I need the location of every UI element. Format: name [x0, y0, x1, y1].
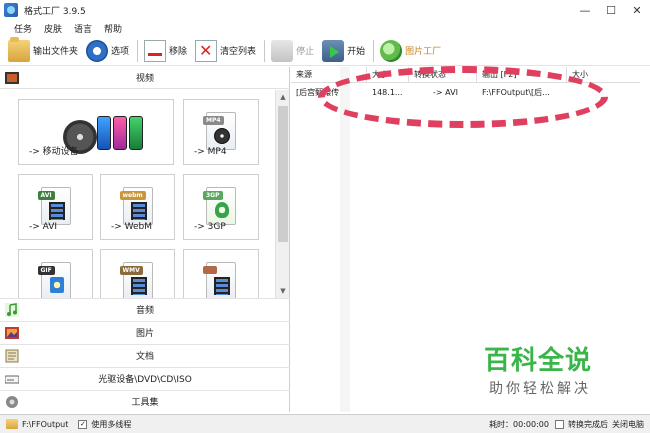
- category-document[interactable]: 文档: [0, 344, 290, 366]
- menu-skin[interactable]: 皮肤: [44, 22, 62, 35]
- toolbar-divider: [264, 39, 266, 62]
- maximize-button[interactable]: ☐: [598, 0, 624, 20]
- output-path: F:\FFOutput: [22, 419, 69, 429]
- category-document-label: 文档: [135, 352, 154, 362]
- after-done-label: 转换完成后: [568, 420, 608, 429]
- output-folder-label: 输出文件夹: [33, 47, 79, 57]
- options-label: 选项: [111, 47, 130, 57]
- after-done-checkbox[interactable]: [555, 420, 564, 429]
- output-folder-button[interactable]: 输出文件夹: [8, 36, 79, 64]
- avi-file-icon: AVI: [37, 187, 71, 225]
- elapsed-time: 耗时：00:00:00: [489, 420, 549, 429]
- category-audio[interactable]: 音频: [0, 298, 290, 320]
- category-optical-drive[interactable]: 光驱设备\DVD\CD\ISO: [0, 367, 290, 389]
- tile-mp4[interactable]: MP4 -> MP4: [183, 99, 259, 165]
- remove-label: 移除: [169, 47, 188, 57]
- picture-factory-icon: [380, 39, 403, 62]
- gear-icon: [86, 39, 109, 62]
- stop-icon: [271, 39, 294, 62]
- scroll-down-icon[interactable]: ▼: [276, 284, 290, 298]
- remove-button[interactable]: 移除: [144, 38, 187, 64]
- clear-list-label: 清空列表: [220, 47, 257, 57]
- minimize-button[interactable]: —: [572, 0, 598, 20]
- watermark-subtitle: 助你轻松解决: [489, 381, 591, 397]
- play-icon: [322, 39, 345, 62]
- watermark: 百科全说 助你轻松解决: [484, 346, 606, 398]
- shutdown-label: 关闭电脑: [612, 420, 644, 429]
- gif-file-icon: GIF: [37, 262, 71, 298]
- menu-help[interactable]: 帮助: [104, 22, 122, 35]
- category-video[interactable]: 视频: [0, 67, 290, 89]
- menu-task[interactable]: 任务: [14, 22, 32, 35]
- scrollbar-thumb[interactable]: [278, 106, 288, 242]
- task-list-scrollbar[interactable]: [340, 67, 350, 412]
- category-toolbox[interactable]: 工具集: [0, 390, 290, 412]
- tile-mobile-devices[interactable]: -> 移动设备: [18, 99, 174, 165]
- webm-file-icon: webm: [119, 187, 153, 225]
- start-label: 开始: [347, 47, 366, 57]
- picture-factory-label: 图片工厂: [405, 47, 442, 57]
- status-bar: F:\FFOutput ✓ 使用多线程 耗时：00:00:00 转换完成后 关闭…: [0, 414, 650, 433]
- window-controls: — ☐ ✕: [572, 0, 650, 20]
- window-title: 格式工厂 3.9.5: [24, 6, 86, 17]
- tile-avi-label: -> AVI: [29, 222, 58, 232]
- toolbar-divider: [137, 39, 139, 62]
- clear-list-button[interactable]: 清空列表: [195, 38, 256, 64]
- stop-button[interactable]: 停止: [271, 38, 314, 64]
- menu-language[interactable]: 语言: [74, 22, 92, 35]
- status-right: 耗时：00:00:00 转换完成后 关闭电脑: [485, 415, 644, 433]
- category-picture-label: 图片: [135, 329, 154, 339]
- category-video-label: 视频: [135, 74, 154, 84]
- wmv-file-icon: WMV: [119, 262, 153, 298]
- video-format-grid: -> 移动设备 MP4 -> MP4 AVI -> AVI webm -> We…: [0, 90, 275, 298]
- video-file-icon: [203, 262, 236, 298]
- tile-wmv[interactable]: WMV: [100, 249, 175, 298]
- title-bar: 格式工厂 3.9.5 — ☐ ✕: [0, 0, 650, 20]
- conversion-panel: 视频 -> 移动设备 MP4 -> MP4 AVI -> AVI webm ->…: [0, 67, 290, 412]
- tile-3gp[interactable]: 3GP -> 3GP: [183, 174, 259, 240]
- tile-webm-label: -> WebM: [111, 222, 153, 232]
- folder-icon: [8, 36, 30, 62]
- tile-avi[interactable]: AVI -> AVI: [18, 174, 93, 240]
- remove-doc-icon: [144, 39, 167, 62]
- tile-mobile-devices-label: -> 移动设备: [29, 147, 79, 157]
- tile-gif[interactable]: GIF: [18, 249, 93, 298]
- toolbar-divider: [373, 39, 375, 62]
- clear-icon: [195, 39, 218, 62]
- output-folder-icon[interactable]: [6, 419, 18, 429]
- 3gp-file-icon: 3GP: [203, 187, 236, 225]
- tile-webm[interactable]: webm -> WebM: [100, 174, 175, 240]
- scroll-up-icon[interactable]: ▲: [276, 90, 290, 104]
- multithread-label: 使用多线程: [91, 419, 132, 429]
- toolbar: 输出文件夹 选项 移除 清空列表 停止 开始 图片工厂: [0, 36, 650, 66]
- picture-factory-button[interactable]: 图片工厂: [380, 38, 441, 64]
- options-button[interactable]: 选项: [86, 38, 129, 64]
- watermark-title: 百科全说: [484, 346, 593, 376]
- start-button[interactable]: 开始: [322, 38, 365, 64]
- tile-mp4-label: -> MP4: [194, 147, 227, 157]
- close-button[interactable]: ✕: [624, 0, 650, 20]
- stop-label: 停止: [296, 47, 315, 57]
- tile-video-other[interactable]: [183, 249, 259, 298]
- category-optical-drive-label: 光驱设备\DVD\CD\ISO: [98, 375, 192, 385]
- video-grid-scrollbar[interactable]: ▲ ▼: [275, 90, 289, 298]
- app-icon: [4, 3, 18, 17]
- category-toolbox-label: 工具集: [131, 398, 159, 408]
- mp4-file-icon: MP4: [203, 112, 236, 150]
- menu-bar: 任务 皮肤 语言 帮助: [0, 20, 650, 36]
- category-picture[interactable]: 图片: [0, 321, 290, 343]
- category-audio-label: 音频: [135, 306, 154, 316]
- annotation-ellipse: [318, 66, 608, 128]
- multithread-checkbox[interactable]: ✓: [78, 419, 88, 429]
- tile-3gp-label: -> 3GP: [194, 222, 226, 232]
